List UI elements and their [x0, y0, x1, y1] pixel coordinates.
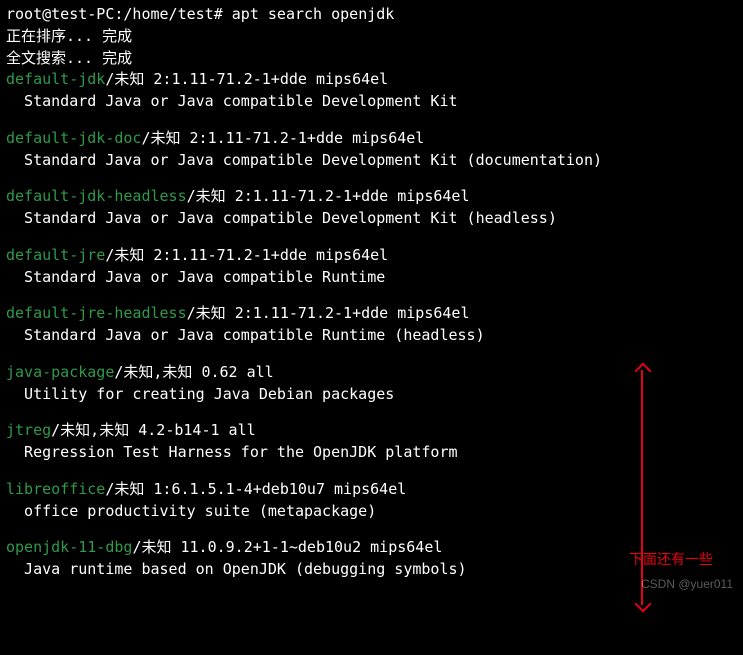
annotation-text: 下面还有一些 — [629, 549, 713, 569]
package-name: default-jre-headless — [6, 304, 187, 322]
package-name: default-jdk-headless — [6, 187, 187, 205]
package-status: /未知 — [187, 304, 235, 322]
package-entry: default-jdk-doc/未知 2:1.11-71.2-1+dde mip… — [6, 128, 737, 172]
package-status: /未知,未知 — [114, 363, 201, 381]
package-version: 2:1.11-71.2-1+dde mips64el — [153, 246, 388, 264]
package-entry: default-jdk-headless/未知 2:1.11-71.2-1+dd… — [6, 186, 737, 230]
package-name: libreoffice — [6, 480, 105, 498]
package-status: /未知 — [132, 538, 180, 556]
package-header: default-jre/未知 2:1.11-71.2-1+dde mips64e… — [6, 245, 737, 267]
package-entry: java-package/未知,未知 0.62 allUtility for c… — [6, 362, 737, 406]
package-entry: default-jre/未知 2:1.11-71.2-1+dde mips64e… — [6, 245, 737, 289]
package-name: openjdk-11-dbg — [6, 538, 132, 556]
package-header: default-jdk-doc/未知 2:1.11-71.2-1+dde mip… — [6, 128, 737, 150]
package-header: jtreg/未知,未知 4.2-b14-1 all — [6, 420, 737, 442]
package-name: jtreg — [6, 421, 51, 439]
package-description: office productivity suite (metapackage) — [6, 501, 737, 523]
package-description: Standard Java or Java compatible Runtime… — [6, 325, 737, 347]
package-status: /未知,未知 — [51, 421, 138, 439]
package-entry: jtreg/未知,未知 4.2-b14-1 allRegression Test… — [6, 420, 737, 464]
package-description: Standard Java or Java compatible Develop… — [6, 150, 737, 172]
package-name: java-package — [6, 363, 114, 381]
package-name: default-jdk-doc — [6, 129, 141, 147]
package-header: libreoffice/未知 1:6.1.5.1-4+deb10u7 mips6… — [6, 479, 737, 501]
annotation-arrow-icon — [641, 370, 643, 605]
package-list: default-jdk/未知 2:1.11-71.2-1+dde mips64e… — [6, 69, 737, 581]
package-version: 1:6.1.5.1-4+deb10u7 mips64el — [153, 480, 406, 498]
shell-prompt: root@test-PC:/home/test# apt search open… — [6, 4, 737, 26]
package-status: /未知 — [187, 187, 235, 205]
package-header: java-package/未知,未知 0.62 all — [6, 362, 737, 384]
package-description: Standard Java or Java compatible Develop… — [6, 208, 737, 230]
watermark-line1: CSDN @yuer011 — [641, 577, 733, 591]
package-name: default-jre — [6, 246, 105, 264]
progress-sorting: 正在排序... 完成 — [6, 26, 737, 48]
package-entry: default-jre-headless/未知 2:1.11-71.2-1+dd… — [6, 303, 737, 347]
package-version: 2:1.11-71.2-1+dde mips64el — [153, 70, 388, 88]
package-header: default-jdk/未知 2:1.11-71.2-1+dde mips64e… — [6, 69, 737, 91]
package-description: Standard Java or Java compatible Runtime — [6, 267, 737, 289]
package-entry: default-jdk/未知 2:1.11-71.2-1+dde mips64e… — [6, 69, 737, 113]
package-version: 0.62 all — [201, 363, 273, 381]
package-status: /未知 — [141, 129, 189, 147]
package-version: 2:1.11-71.2-1+dde mips64el — [190, 129, 425, 147]
package-description: Regression Test Harness for the OpenJDK … — [6, 442, 737, 464]
package-entry: libreoffice/未知 1:6.1.5.1-4+deb10u7 mips6… — [6, 479, 737, 523]
package-status: /未知 — [105, 480, 153, 498]
package-description: Standard Java or Java compatible Develop… — [6, 91, 737, 113]
package-description: Java runtime based on OpenJDK (debugging… — [6, 559, 737, 581]
package-description: Utility for creating Java Debian package… — [6, 384, 737, 406]
package-entry: openjdk-11-dbg/未知 11.0.9.2+1-1~deb10u2 m… — [6, 537, 737, 581]
prompt-symbol: # — [214, 5, 223, 23]
command-text: apt search openjdk — [232, 5, 395, 23]
prompt-host: test-PC — [51, 5, 114, 23]
package-header: openjdk-11-dbg/未知 11.0.9.2+1-1~deb10u2 m… — [6, 537, 737, 559]
package-header: default-jre-headless/未知 2:1.11-71.2-1+dd… — [6, 303, 737, 325]
watermark: CSDN @yuer011 — [641, 576, 733, 593]
package-status: /未知 — [105, 70, 153, 88]
prompt-user: root — [6, 5, 42, 23]
progress-fulltext: 全文搜索... 完成 — [6, 48, 737, 70]
package-status: /未知 — [105, 246, 153, 264]
package-header: default-jdk-headless/未知 2:1.11-71.2-1+dd… — [6, 186, 737, 208]
package-version: 2:1.11-71.2-1+dde mips64el — [235, 187, 470, 205]
package-name: default-jdk — [6, 70, 105, 88]
package-version: 11.0.9.2+1-1~deb10u2 mips64el — [181, 538, 443, 556]
package-version: 4.2-b14-1 all — [138, 421, 255, 439]
prompt-path: /home/test — [123, 5, 213, 23]
package-version: 2:1.11-71.2-1+dde mips64el — [235, 304, 470, 322]
